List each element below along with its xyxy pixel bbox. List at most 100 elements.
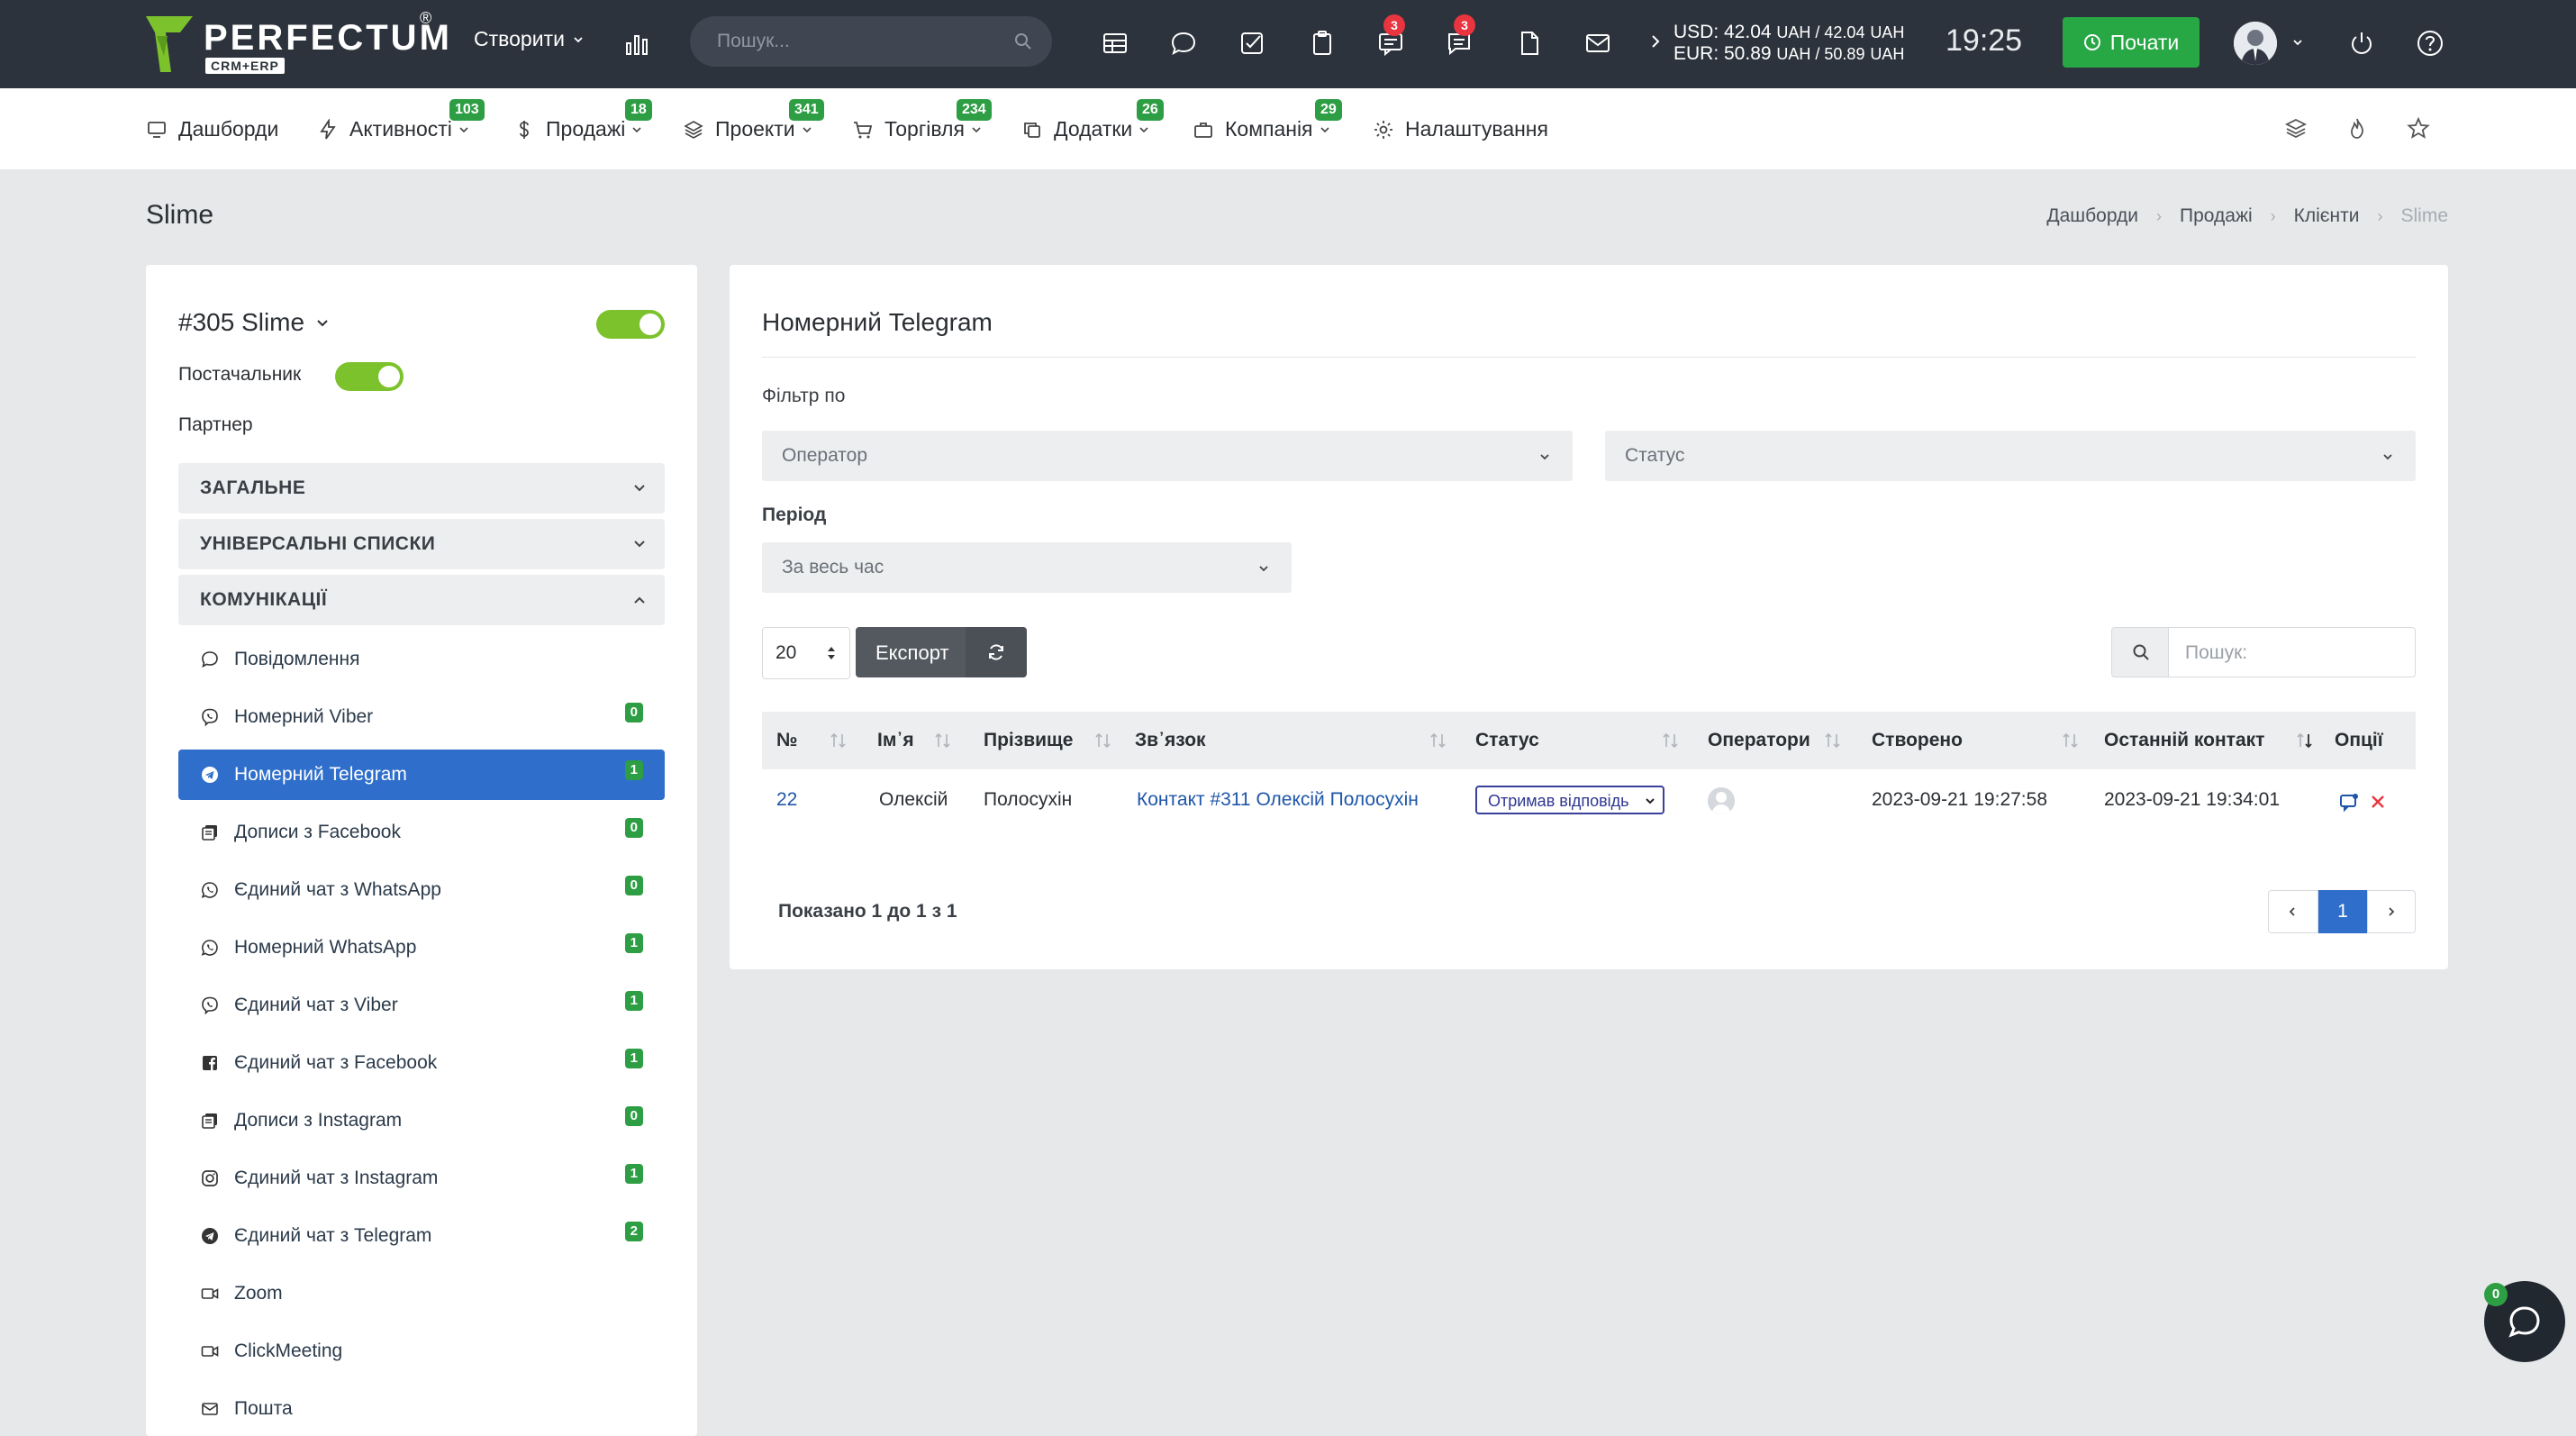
page-size-select[interactable]: 20: [762, 627, 850, 679]
client-name-dropdown[interactable]: #305 Slime: [178, 308, 330, 337]
sort-desc-icon[interactable]: [2295, 732, 2315, 750]
col-link[interactable]: Зв᾽язок: [1135, 730, 1206, 751]
menu-item-viber-chat[interactable]: Єдиний чат з Viber 1: [178, 980, 665, 1031]
table-search-input[interactable]: Пошук:: [2169, 627, 2416, 677]
menu-item-number-viber[interactable]: Номерний Viber 0: [178, 692, 665, 742]
chevron-down-icon: [2383, 454, 2392, 460]
breadcrumb-item[interactable]: Дашборди: [2046, 205, 2138, 227]
nav-item-trade[interactable]: Торгівля: [852, 117, 983, 141]
menu-item-facebook-posts[interactable]: Дописи з Facebook 0: [178, 807, 665, 858]
table-icon[interactable]: [1099, 27, 1131, 59]
menu-label: Пошта: [234, 1398, 293, 1419]
col-last-contact[interactable]: Останній контакт: [2104, 730, 2264, 751]
delete-icon[interactable]: [2369, 793, 2387, 811]
sort-icon[interactable]: [1823, 732, 1843, 750]
operator-select[interactable]: Оператор: [762, 431, 1573, 481]
sort-icon[interactable]: [1661, 732, 1681, 750]
whatsapp-icon: [201, 940, 218, 956]
menu-item-clickmeeting[interactable]: ClickMeeting: [178, 1326, 665, 1377]
row-created: 2023-09-21 19:27:58: [1872, 789, 2047, 810]
menu-item-whatsapp-chat[interactable]: Єдиний чат з WhatsApp 0: [178, 865, 665, 915]
start-button[interactable]: Почати: [2063, 17, 2200, 68]
usd-rate: USD: 42.04: [1673, 22, 1772, 42]
power-icon[interactable]: [2345, 27, 2378, 59]
refresh-button[interactable]: [966, 627, 1027, 677]
period-select[interactable]: За весь час: [762, 542, 1292, 593]
menu-item-instagram-chat[interactable]: Єдиний чат з Instagram 1: [178, 1153, 665, 1204]
pagination-page[interactable]: 1: [2318, 890, 2367, 933]
nav-item-activities[interactable]: Активності: [317, 117, 470, 141]
breadcrumb-item[interactable]: Продажі: [2180, 205, 2253, 227]
chevron-right-icon[interactable]: [1648, 31, 1663, 52]
breadcrumb: Дашборди › Продажі › Клієнти › Slime: [2046, 205, 2448, 227]
nav-item-projects[interactable]: Проекти: [683, 117, 813, 141]
menu-item-mail[interactable]: Пошта: [178, 1384, 665, 1434]
create-menu-button[interactable]: Створити: [474, 27, 585, 51]
col-first-name[interactable]: Ім᾽я: [877, 730, 914, 751]
mail-icon[interactable]: [1582, 27, 1614, 59]
logo-registered-mark: ®: [420, 9, 432, 27]
nav-item-settings[interactable]: Налаштування: [1373, 117, 1548, 141]
period-select-value: За весь час: [782, 557, 884, 577]
menu-item-number-telegram[interactable]: Номерний Telegram 1: [178, 750, 665, 800]
document-icon[interactable]: [1513, 27, 1546, 59]
status-select[interactable]: Статус: [1605, 431, 2416, 481]
section-communications[interactable]: КОМУНІКАЦІЇ: [178, 575, 665, 625]
nav-item-sales[interactable]: Продажі: [513, 117, 643, 141]
chevron-down-icon: [1646, 798, 1655, 804]
user-avatar[interactable]: [2234, 22, 2277, 65]
briefcase-icon: [1194, 122, 1212, 138]
col-last-name[interactable]: Прізвище: [984, 730, 1073, 751]
row-status-select[interactable]: Отримав відповідь: [1475, 786, 1664, 814]
section-general[interactable]: ЗАГАЛЬНЕ: [178, 463, 665, 514]
chat-bubble-icon[interactable]: [1167, 27, 1200, 59]
logo-text[interactable]: PERFECTUM: [204, 18, 452, 59]
sort-icon[interactable]: [933, 732, 953, 750]
breadcrumb-item[interactable]: Клієнти: [2294, 205, 2360, 227]
menu-label: Номерний Viber: [234, 706, 374, 727]
help-icon[interactable]: [2414, 27, 2446, 59]
activities-count-badge: 103: [449, 99, 485, 121]
nav-item-company[interactable]: Компанія: [1193, 117, 1331, 141]
menu-item-facebook-chat[interactable]: Єдиний чат з Facebook 1: [178, 1038, 665, 1088]
menu-item-number-whatsapp[interactable]: Номерний WhatsApp 1: [178, 922, 665, 973]
pagination-prev[interactable]: [2268, 890, 2318, 933]
chevron-down-icon[interactable]: [2291, 36, 2304, 49]
client-active-toggle[interactable]: [596, 310, 665, 339]
menu-item-messages[interactable]: Повідомлення: [178, 634, 665, 685]
col-number[interactable]: №: [776, 730, 797, 751]
export-button[interactable]: Експорт: [856, 627, 966, 677]
sort-icon[interactable]: [2061, 732, 2081, 750]
row-number[interactable]: 22: [776, 789, 797, 811]
copy-icon: [1024, 122, 1040, 138]
sort-icon[interactable]: [829, 732, 848, 750]
supplier-label: Постачальник: [178, 364, 302, 385]
open-chat-icon[interactable]: [2338, 791, 2360, 813]
col-operators[interactable]: Оператори: [1708, 730, 1810, 751]
menu-item-zoom[interactable]: Zoom: [178, 1268, 665, 1319]
stack-icon[interactable]: [2282, 115, 2309, 142]
clipboard-icon[interactable]: [1306, 27, 1338, 59]
star-icon[interactable]: [2405, 115, 2432, 142]
breadcrumb-current: Slime: [2400, 205, 2448, 226]
gear-icon: [1374, 120, 1392, 139]
task-check-icon[interactable]: [1236, 27, 1268, 59]
pagination-next[interactable]: [2367, 890, 2416, 933]
eur-rate-unit-2: UAH: [1870, 45, 1905, 63]
nav-item-dashboards[interactable]: Дашборди: [146, 117, 278, 141]
table-search-button[interactable]: [2111, 627, 2169, 677]
sort-icon[interactable]: [1093, 732, 1113, 750]
global-search-input[interactable]: Пошук...: [690, 16, 1052, 67]
nav-item-addons[interactable]: Додатки: [1021, 117, 1150, 141]
operator-avatar[interactable]: [1708, 787, 1735, 814]
col-status[interactable]: Статус: [1475, 730, 1539, 751]
bar-chart-icon[interactable]: [621, 27, 654, 59]
row-contact-link[interactable]: Контакт #311 Олексій Полосухін: [1137, 789, 1419, 811]
fire-icon[interactable]: [2344, 115, 2371, 142]
menu-item-instagram-posts[interactable]: Дописи з Instagram 0: [178, 1095, 665, 1146]
section-universal-lists[interactable]: УНІВЕРСАЛЬНІ СПИСКИ: [178, 519, 665, 569]
supplier-toggle[interactable]: [335, 362, 404, 391]
menu-item-telegram-chat[interactable]: Єдиний чат з Telegram 2: [178, 1211, 665, 1261]
col-created[interactable]: Створено: [1872, 730, 1963, 751]
sort-icon[interactable]: [1429, 732, 1448, 750]
